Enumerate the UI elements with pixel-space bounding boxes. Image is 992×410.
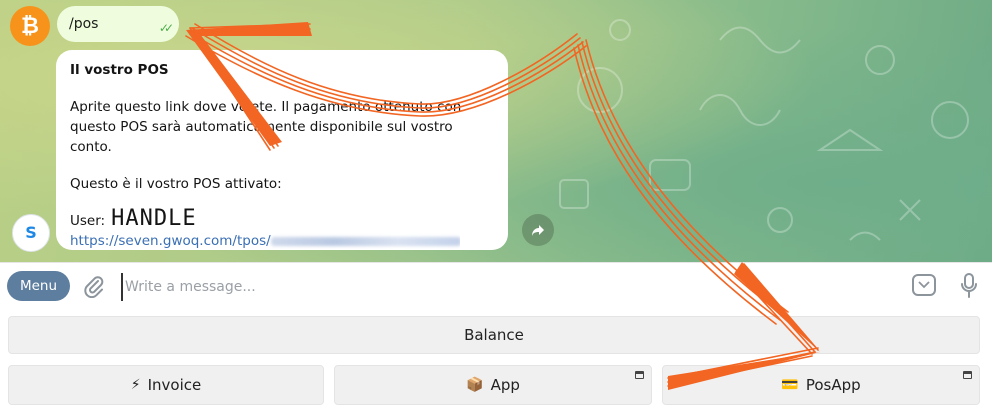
app-button[interactable]: 📦 App [334,365,652,405]
card-icon: 💳 [781,377,799,393]
menu-button[interactable]: Menu [7,271,70,301]
bot-avatar[interactable]: S [12,214,50,252]
user-row: User: HANDLE [70,206,494,231]
user-handle: HANDLE [111,206,197,231]
posapp-label: PosApp [805,376,861,394]
bot-keyboard: Balance ⚡ Invoice 📦 App 💳 PosApp [0,310,992,410]
message-input-bar: Menu [0,262,992,311]
activated-text: Questo è il vostro POS attivato: [70,176,282,192]
pos-link[interactable]: https://seven.gwoq.com/tpos/ [70,233,460,249]
incoming-message[interactable]: Il vostro POS Aprite questo link dove vo… [56,50,508,250]
message-input[interactable] [121,273,647,301]
double-check-icon: ✓✓ [158,21,174,35]
bitcoin-avatar[interactable]: ₿ [10,6,50,46]
message-body-line: Aprite questo link dove volete. Il pagam… [70,99,462,115]
message-body-line: questo POS sarà automaticamente disponib… [70,119,453,155]
bot-logo-icon: S [25,223,37,242]
paperclip-icon[interactable] [82,274,106,298]
outgoing-message-text: /pos [69,16,99,32]
app-label: App [490,376,520,394]
user-label: User: [70,213,106,229]
share-icon [532,225,544,236]
pos-link-text: https://seven.gwoq.com/tpos/ [70,233,271,249]
outgoing-message[interactable]: /pos ✓✓ [57,6,179,42]
package-icon: 📦 [466,377,484,393]
webapp-icon [963,371,972,379]
chevron-down-icon [918,281,930,289]
lightning-icon: ⚡ [130,377,141,393]
balance-label: Balance [464,326,524,344]
microphone-icon[interactable] [959,272,979,300]
share-button[interactable] [522,214,554,246]
posapp-button[interactable]: 💳 PosApp [662,365,980,405]
chat-area: ₿ /pos ✓✓ Il vostro POS Aprite questo li… [0,0,992,262]
message-title: Il vostro POS [70,62,169,78]
invoice-button[interactable]: ⚡ Invoice [8,365,324,405]
balance-button[interactable]: Balance [8,316,980,354]
invoice-label: Invoice [147,376,202,394]
webapp-icon [635,371,644,379]
bitcoin-icon: ₿ [21,14,39,39]
redacted-token [270,236,460,246]
keyboard-toggle-button[interactable] [912,274,936,296]
